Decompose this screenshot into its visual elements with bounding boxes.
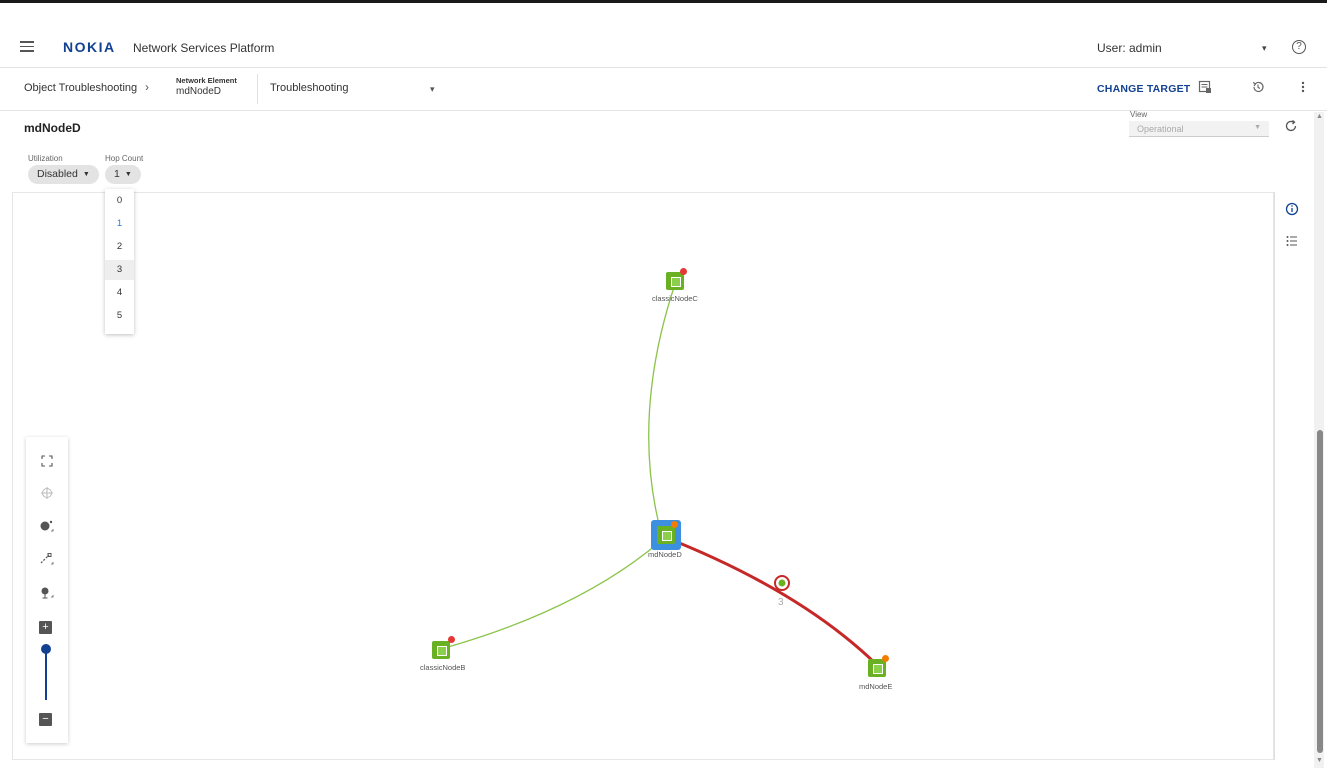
- chevron-down-icon: ▼: [124, 171, 132, 178]
- change-target-button[interactable]: CHANGE TARGET: [1097, 83, 1190, 95]
- node-classicNodeB[interactable]: [432, 641, 450, 659]
- chevron-down-icon: ▼: [82, 171, 90, 178]
- hop-count-label: Hop Count: [105, 154, 144, 163]
- node-tool-icon[interactable]: [26, 519, 68, 536]
- view-type-select[interactable]: Troubleshooting: [270, 82, 348, 94]
- context-toolbar: Object Troubleshooting › Network Element…: [0, 67, 1327, 111]
- chevron-down-icon: ▼: [1254, 124, 1261, 131]
- zoom-in-icon[interactable]: +: [39, 621, 52, 634]
- scroll-up-arrow[interactable]: ▲: [1316, 113, 1323, 120]
- map-tools-panel: + −: [26, 437, 68, 743]
- fit-to-screen-icon[interactable]: [26, 454, 68, 470]
- alarm-badge: [882, 655, 889, 662]
- hop-count-select[interactable]: 1 ▼: [105, 165, 141, 184]
- zoom-out-icon[interactable]: −: [39, 713, 52, 726]
- hop-option-1[interactable]: 1: [105, 214, 134, 234]
- panel-title: mdNodeD: [24, 121, 81, 135]
- more-vertical-icon[interactable]: [1295, 80, 1311, 96]
- toolbar-divider: [257, 74, 258, 104]
- hop-option-0[interactable]: 0: [105, 191, 134, 211]
- zoom-slider-track[interactable]: [45, 646, 47, 700]
- scrollbar-thumb[interactable]: [1317, 430, 1323, 753]
- list-icon[interactable]: [1285, 234, 1299, 251]
- info-icon[interactable]: [1285, 202, 1299, 219]
- utilization-value: Disabled: [37, 168, 78, 180]
- nokia-logo: NOKIA: [63, 39, 116, 55]
- view-select: Operational ▼: [1129, 121, 1269, 137]
- target-type-label: Network Element: [176, 76, 237, 85]
- node-label-mdNodeE[interactable]: mdNodeE: [859, 682, 892, 691]
- refresh-icon[interactable]: [1284, 119, 1298, 137]
- zoom-slider-knob[interactable]: [41, 644, 51, 654]
- document-icon[interactable]: [1197, 80, 1213, 96]
- crosshair-icon[interactable]: [26, 486, 68, 503]
- target-name: mdNodeD: [176, 86, 222, 97]
- node-label-mdNodeD[interactable]: mdNodeD: [648, 550, 682, 559]
- history-icon[interactable]: [1250, 80, 1266, 96]
- hop-option-2[interactable]: 2: [105, 237, 134, 257]
- node-mdNodeD[interactable]: [657, 526, 675, 544]
- alarm-badge: [448, 636, 455, 643]
- alarm-badge: [671, 521, 678, 528]
- view-label: View: [1130, 110, 1148, 119]
- user-menu[interactable]: User: admin: [1097, 41, 1162, 55]
- chevron-down-icon[interactable]: ▾: [430, 84, 435, 95]
- hamburger-icon[interactable]: [20, 41, 34, 52]
- scroll-down-arrow[interactable]: ▼: [1316, 757, 1323, 764]
- help-icon[interactable]: ?: [1292, 40, 1306, 54]
- link-tool-icon[interactable]: [26, 552, 68, 569]
- hop-option-3[interactable]: 3: [105, 260, 134, 280]
- hop-count-dropdown: 0 1 2 3 4 5: [105, 189, 134, 334]
- chevron-right-icon: ›: [145, 80, 149, 94]
- chevron-down-icon[interactable]: ▾: [1262, 43, 1267, 54]
- utilization-label: Utilization: [28, 154, 63, 163]
- globe-tool-icon[interactable]: [26, 585, 68, 602]
- link-aggregate-count: 3: [778, 597, 784, 608]
- view-select-value: Operational: [1137, 124, 1184, 134]
- node-label-classicNodeB[interactable]: classicNodeB: [420, 663, 465, 672]
- hop-option-4[interactable]: 4: [105, 283, 134, 303]
- hop-count-value: 1: [114, 168, 120, 180]
- app-header: NOKIA Network Services Platform User: ad…: [0, 3, 1327, 67]
- node-label-classicNodeC[interactable]: classicNodeC: [652, 294, 698, 303]
- alarm-badge: [680, 268, 687, 275]
- utilization-select[interactable]: Disabled ▼: [28, 165, 99, 184]
- app-title: Network Services Platform: [133, 41, 275, 55]
- breadcrumb-object-troubleshooting[interactable]: Object Troubleshooting: [24, 82, 137, 94]
- topology-canvas[interactable]: [12, 192, 1274, 760]
- hop-option-5[interactable]: 5: [105, 306, 134, 326]
- right-rail: [1274, 192, 1307, 760]
